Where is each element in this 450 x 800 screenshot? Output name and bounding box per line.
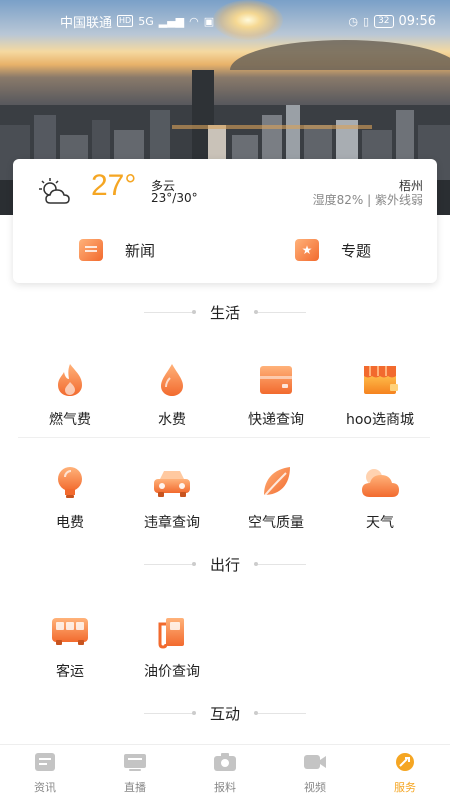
- weather-card[interactable]: 27° 多云 23°/30° 梧州 湿度82% | 紫外线弱 新闻 专题: [13, 159, 437, 283]
- status-bar: 中国联通 HD 5G ▂▄▆ ◠ ▣ ◷ ▯ 32 09:56: [0, 0, 450, 42]
- wifi-icon: ◠: [189, 14, 199, 28]
- service-hoo-mall[interactable]: hoo选商城: [324, 362, 436, 429]
- topic-shortcut[interactable]: 专题: [295, 239, 371, 261]
- topic-shortcut-label: 专题: [341, 241, 372, 260]
- car-icon: [154, 471, 190, 497]
- section-life-label: 生活: [209, 304, 240, 322]
- divider-line: [143, 711, 196, 715]
- live-tab-icon: [124, 754, 146, 771]
- service-label: 空气质量: [248, 515, 304, 531]
- carrier-label: 中国联通: [60, 15, 113, 31]
- tab-video[interactable]: 视频: [270, 745, 360, 800]
- service-tab-icon: [396, 753, 414, 771]
- service-passenger-transport[interactable]: 客运: [14, 614, 126, 681]
- news-shortcut-label: 新闻: [125, 241, 156, 260]
- service-label: 水费: [158, 412, 186, 428]
- divider-line: [254, 711, 306, 715]
- news-shortcut[interactable]: 新闻: [79, 239, 155, 261]
- tab-label: 服务: [394, 781, 416, 794]
- hd-badge: HD: [117, 15, 134, 27]
- leaf-icon: [261, 467, 290, 500]
- service-fuel-price[interactable]: 油价查询: [116, 614, 228, 681]
- news-tab-icon: [35, 753, 55, 771]
- tab-label: 直播: [124, 781, 146, 794]
- shop-icon: [364, 366, 398, 394]
- service-label: hoo选商城: [345, 412, 414, 428]
- tab-label: 视频: [304, 781, 326, 794]
- humidity-uv: 湿度82% | 紫外线弱: [312, 193, 423, 207]
- signal-icon: ▂▄▆: [158, 14, 185, 28]
- flame-icon: [58, 364, 82, 396]
- network-type-label: 5G: [138, 14, 154, 28]
- clock: 09:56: [398, 13, 436, 29]
- divider-line: [254, 562, 306, 566]
- cloud-icon: [362, 469, 399, 497]
- temperature: 27°: [91, 169, 137, 202]
- topic-star-icon: [295, 239, 319, 261]
- bus-icon: [52, 618, 88, 645]
- service-violation-query[interactable]: 违章查询: [116, 465, 228, 532]
- service-weather[interactable]: 天气: [324, 465, 436, 532]
- temperature-range: 23°/30°: [151, 191, 198, 205]
- row-divider: [18, 437, 430, 438]
- vibrate-icon: ▯: [363, 14, 370, 28]
- battery-level: 32: [374, 14, 394, 28]
- fuel-pump-icon: [158, 618, 184, 649]
- service-water-fee[interactable]: 水费: [116, 362, 228, 429]
- bottom-nav: 资讯 直播 报料 视频 服务: [0, 744, 450, 800]
- section-interact-label: 互动: [209, 705, 240, 723]
- partly-cloudy-icon: [39, 178, 70, 204]
- tab-news[interactable]: 资讯: [0, 745, 90, 800]
- tab-live[interactable]: 直播: [90, 745, 180, 800]
- section-title-life: 生活: [0, 302, 450, 323]
- section-title-travel: 出行: [0, 554, 450, 575]
- news-icon: [79, 239, 103, 261]
- tab-report[interactable]: 报料: [180, 745, 270, 800]
- service-label: 快递查询: [248, 412, 304, 428]
- section-title-interact: 互动: [0, 703, 450, 724]
- service-label: 天气: [366, 515, 394, 531]
- tab-label: 报料: [214, 781, 236, 794]
- alarm-icon: ◷: [348, 14, 359, 28]
- service-screen: 中国联通 HD 5G ▂▄▆ ◠ ▣ ◷ ▯ 32 09:56 27° 多云 2…: [0, 0, 450, 800]
- service-label: 客运: [56, 664, 84, 680]
- camera-tab-icon: [214, 753, 236, 771]
- service-express-query[interactable]: 快递查询: [220, 362, 332, 429]
- service-electricity-fee[interactable]: 电费: [14, 465, 126, 532]
- divider-line: [254, 310, 306, 314]
- divider-line: [143, 310, 196, 314]
- service-label: 电费: [56, 515, 84, 531]
- service-label: 违章查询: [144, 515, 200, 531]
- divider-line: [143, 562, 196, 566]
- service-label: 油价查询: [144, 664, 200, 680]
- service-air-quality[interactable]: 空气质量: [220, 465, 332, 532]
- section-travel-label: 出行: [209, 556, 240, 574]
- notification-icon: ▣: [203, 14, 215, 28]
- parcel-icon: [260, 366, 292, 394]
- service-gas-fee[interactable]: 燃气费: [14, 362, 126, 429]
- water-drop-icon: [161, 364, 183, 396]
- lightbulb-icon: [58, 467, 82, 498]
- tab-service[interactable]: 服务: [360, 745, 450, 800]
- video-tab-icon: [304, 755, 326, 769]
- tab-label: 资讯: [34, 781, 56, 794]
- service-label: 燃气费: [49, 412, 91, 428]
